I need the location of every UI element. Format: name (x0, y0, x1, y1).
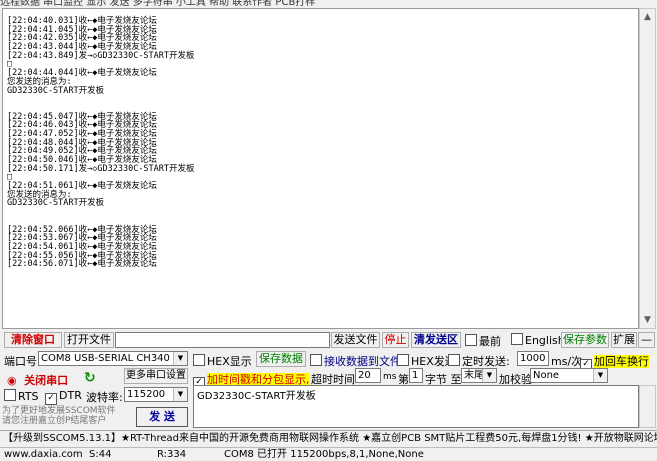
log-line: GD32330C-START开发板 (7, 198, 105, 209)
toolbar-row-1: 清除窗口 打开文件 发送文件 停止 清发送区 最前 English 保存参数 扩… (0, 331, 657, 349)
save-data-button[interactable]: 保存数据 (256, 351, 306, 367)
timeout-unit: ms (383, 372, 397, 382)
port-status-icon: ◉ (7, 374, 17, 387)
top-menu-cut: 远程数据 串口监控 显示 发送 多字符串 小工具 帮助 联系作者 PCB打样 (0, 0, 657, 8)
port-select[interactable]: COM8 USB-SERIAL CH340 ▼ (38, 351, 188, 366)
log-line: [22:04:44.044]收←◆电子发烧友论坛 (7, 68, 157, 79)
checksum-select[interactable]: None ▼ (530, 368, 608, 383)
collapse-button[interactable]: — (638, 332, 655, 348)
save-params-button[interactable]: 保存参数 (561, 332, 609, 348)
log-line: GD32330C-START开发板 (7, 85, 105, 96)
hex-display-checkbox[interactable]: HEX显示 (193, 353, 252, 369)
scroll-down-icon[interactable]: ▼ (640, 312, 655, 328)
recv-to-file-checkbox[interactable]: 接收数据到文件 (310, 353, 401, 369)
clear-window-button[interactable]: 清除窗口 (4, 332, 62, 348)
open-file-button[interactable]: 打开文件 (64, 332, 114, 348)
chevron-down-icon: ▼ (482, 369, 496, 382)
byte-start-input[interactable]: 1 (409, 368, 423, 383)
chevron-down-icon: ▼ (173, 352, 187, 365)
receive-log[interactable]: [22:04:40.031]收←◆电子发烧友论坛 [22:04:41.045]收←… (2, 8, 639, 329)
dtr-checkbox[interactable]: ✓ DTR (45, 389, 82, 405)
log-line: [22:04:56.071]收←◆电子发烧友论坛 (7, 259, 157, 270)
status-sent: S:44 (89, 449, 112, 460)
more-settings-button[interactable]: 更多串口设置 (124, 368, 188, 384)
end-select[interactable]: 末尾 ▼ (461, 368, 497, 383)
interval-input[interactable]: 1000 (517, 351, 549, 366)
receive-log-scrollbar[interactable]: ▲ ▼ (639, 8, 656, 329)
log-line: [22:04:50.171]发→◇GD32330C-START开发板 (7, 163, 195, 174)
timed-send-checkbox[interactable]: 定时发送: (448, 353, 510, 369)
port-label: 端口号 (4, 355, 37, 368)
scroll-up-icon[interactable]: ▲ (640, 9, 655, 25)
status-site[interactable]: www.daxia.com (4, 448, 83, 461)
topmost-checkbox[interactable]: 最前 (465, 333, 501, 349)
promo-text[interactable]: 为了更好地发展SSCOM软件 请您注册嘉立创P结尾客户 (2, 406, 130, 426)
interval-unit: ms/次 (551, 355, 583, 368)
hex-send-checkbox[interactable]: HEX发送 (397, 353, 456, 369)
chevron-down-icon: ▼ (593, 369, 607, 382)
send-area-scrollbar[interactable] (639, 385, 656, 428)
refresh-icon[interactable]: ↻ (84, 370, 96, 386)
ad-bar[interactable]: 【升级到SSCOM5.13.1】★RT-Thread来自中国的开源免费商用物联网… (0, 430, 657, 447)
clear-send-button[interactable]: 清发送区 (411, 332, 461, 348)
file-path-input[interactable] (115, 332, 330, 348)
status-received: R:334 (157, 449, 187, 460)
close-port-button[interactable]: ◉ 关闭串口 (7, 372, 68, 388)
baud-label: 波特率: (86, 391, 123, 404)
status-port-info: COM8 已打开 115200bps,8,1,None,None (224, 449, 424, 460)
send-file-button[interactable]: 发送文件 (331, 332, 380, 348)
stop-button[interactable]: 停止 (382, 332, 409, 348)
english-checkbox[interactable]: English (511, 333, 565, 347)
log-line: [22:04:43.849]发→◇GD32330C-START开发板 (7, 50, 195, 61)
log-line: [22:04:51.061]收←◆电子发烧友论坛 (7, 181, 157, 192)
rts-checkbox[interactable]: RTS (4, 389, 39, 403)
timeout-input[interactable]: 20 (355, 368, 381, 383)
send-button[interactable]: 发 送 (136, 407, 188, 427)
status-bar: www.daxia.com S:44 R:334 COM8 已打开 115200… (0, 447, 657, 461)
baud-select[interactable]: 115200 ▼ (124, 387, 188, 402)
chevron-down-icon: ▼ (173, 388, 187, 401)
port-value: COM8 USB-SERIAL CH340 (41, 353, 170, 364)
send-text-area[interactable]: GD32330C-START开发板 (193, 385, 639, 428)
expand-button[interactable]: 扩展 (611, 332, 637, 348)
